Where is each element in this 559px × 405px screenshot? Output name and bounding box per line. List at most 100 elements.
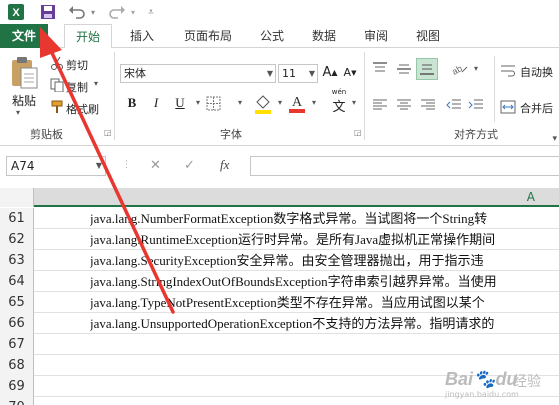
formula-input[interactable]	[250, 156, 559, 176]
fill-color-dropdown-icon[interactable]: ▾	[272, 94, 288, 112]
watermark-sub: 经验	[513, 374, 541, 390]
name-box-value: A74	[11, 159, 35, 173]
tab-home[interactable]: 开始	[64, 24, 112, 49]
table-row: 66 java.lang.UnsupportedOperationExceptio…	[0, 313, 559, 334]
watermark-url: jingyan.baidu.com	[445, 390, 519, 399]
tab-file[interactable]: 文件	[0, 24, 48, 48]
borders-dropdown-icon[interactable]: ▾	[232, 94, 248, 112]
align-left-icon[interactable]	[372, 98, 388, 112]
copy-dropdown-icon[interactable]: ▾	[94, 79, 98, 88]
paste-icon[interactable]	[8, 56, 40, 90]
grow-font-icon[interactable]: A▲	[322, 64, 338, 82]
middle-align-icon[interactable]	[396, 62, 412, 76]
font-color-dropdown-icon[interactable]: ▾	[306, 94, 322, 112]
ribbon-collapse-icon[interactable]: ▾	[552, 134, 557, 144]
tab-view[interactable]: 视图	[406, 24, 450, 48]
column-header-a[interactable]: A	[34, 188, 559, 207]
font-launcher-icon[interactable]: ◲	[354, 128, 362, 137]
tab-formulas[interactable]: 公式	[250, 24, 294, 48]
row-header[interactable]: 62	[0, 229, 34, 250]
name-box[interactable]: A74 ▼	[6, 156, 106, 176]
ribbon-tabs: 文件 开始 插入 页面布局 公式 数据 审阅 视图	[0, 24, 559, 49]
increase-indent-icon[interactable]	[468, 98, 484, 112]
watermark-brand: Bai🐾du	[445, 369, 518, 389]
cell-a[interactable]: java.lang.SecurityException安全异常。由安全管理器抛出…	[90, 250, 559, 271]
copy-icon[interactable]	[50, 78, 64, 93]
font-size-select[interactable]: 11 ▼	[278, 64, 318, 83]
format-painter-icon[interactable]	[50, 100, 64, 114]
select-all-corner[interactable]	[0, 188, 34, 207]
table-row: 64 java.lang.StringIndexOutOfBoundsExcept…	[0, 271, 559, 292]
row-header[interactable]: 67	[0, 334, 34, 355]
decrease-indent-icon[interactable]	[446, 98, 462, 112]
align-right-icon[interactable]	[420, 98, 436, 112]
table-row: 62 java.lang.RuntimeException运行时异常。是所有Jav…	[0, 229, 559, 250]
ribbon-home: 粘贴 ▾ 剪切 复制 ▾ 格式刷 剪贴板 ◲ 宋体 ▼ 11 ▼ A▲ A▼ B…	[0, 48, 559, 146]
group-separator	[364, 52, 365, 140]
row-header[interactable]: 63	[0, 250, 34, 271]
orientation-icon[interactable]: ab	[450, 62, 468, 77]
tab-insert[interactable]: 插入	[120, 24, 164, 48]
phonetic-dropdown-icon[interactable]: ▾	[346, 94, 362, 112]
orientation-dropdown-icon[interactable]: ▾	[468, 60, 484, 78]
row-header[interactable]: 61	[0, 208, 34, 229]
top-align-icon[interactable]	[372, 62, 388, 76]
table-row: 63 java.lang.SecurityException安全异常。由安全管理器…	[0, 250, 559, 271]
cell-a[interactable]: java.lang.UnsupportedOperationException不…	[90, 313, 559, 334]
row-header[interactable]: 68	[0, 355, 34, 376]
insert-function-icon[interactable]: fx	[220, 157, 229, 173]
copy-button[interactable]: 复制	[66, 79, 88, 95]
bottom-align-icon[interactable]	[416, 58, 438, 80]
row-header[interactable]: 65	[0, 292, 34, 313]
font-color-icon[interactable]: A	[288, 92, 306, 114]
cancel-icon[interactable]: ✕	[150, 158, 161, 173]
paste-dropdown-icon[interactable]: ▾	[16, 108, 20, 117]
cell-a[interactable]	[90, 334, 559, 355]
excel-logo-icon[interactable]: X	[6, 2, 26, 22]
font-group-label: 字体	[220, 128, 242, 141]
clipboard-group-label: 剪贴板	[30, 128, 63, 141]
chevron-down-icon: ▼	[95, 161, 102, 170]
save-icon[interactable]	[38, 2, 58, 22]
row-header[interactable]: 70	[0, 397, 34, 405]
cut-button[interactable]: 剪切	[66, 57, 88, 73]
cut-icon[interactable]	[50, 56, 64, 70]
cell-a[interactable]: java.lang.NumberFormatException数字格式异常。当试…	[90, 208, 559, 229]
underline-icon[interactable]: U	[172, 94, 188, 112]
row-header[interactable]: 66	[0, 313, 34, 334]
format-painter-button[interactable]: 格式刷	[66, 101, 99, 117]
cell-a[interactable]: java.lang.StringIndexOutOfBoundsExceptio…	[90, 271, 559, 292]
borders-icon[interactable]	[206, 96, 222, 112]
shrink-font-icon[interactable]: A▼	[342, 64, 358, 82]
cell-a[interactable]: java.lang.TypeNotPresentException类型不存在异常…	[90, 292, 559, 313]
wrap-text-icon[interactable]	[500, 64, 516, 78]
wrap-text-button[interactable]: 自动换	[520, 64, 553, 80]
tab-page-layout[interactable]: 页面布局	[174, 24, 242, 48]
underline-dropdown-icon[interactable]: ▾	[190, 94, 206, 112]
table-row: 67	[0, 334, 559, 355]
redo-icon[interactable]	[106, 2, 128, 22]
font-name-select[interactable]: 宋体 ▼	[120, 64, 276, 83]
redo-dropdown-icon[interactable]: ▾	[128, 2, 138, 22]
row-header[interactable]: 69	[0, 376, 34, 397]
tab-data[interactable]: 数据	[302, 24, 346, 48]
paste-button[interactable]: 粘贴	[12, 92, 36, 109]
quick-access-toolbar: X ▾ ▾ ⩡	[0, 0, 559, 24]
undo-icon[interactable]	[66, 2, 88, 22]
fill-color-icon[interactable]	[254, 94, 272, 114]
table-row: 65 java.lang.TypeNotPresentException类型不存在…	[0, 292, 559, 313]
merge-center-button[interactable]: 合并后	[520, 100, 553, 116]
align-center-icon[interactable]	[396, 98, 412, 112]
enter-icon[interactable]: ✓	[184, 158, 195, 173]
bold-icon[interactable]: B	[124, 94, 140, 112]
undo-dropdown-icon[interactable]: ▾	[88, 2, 98, 22]
customize-qat-icon[interactable]: ⩡	[144, 2, 158, 22]
alignment-group-label: 对齐方式	[454, 128, 498, 141]
cell-a[interactable]: java.lang.RuntimeException运行时异常。是所有Java虚…	[90, 229, 559, 250]
italic-icon[interactable]: I	[148, 94, 164, 112]
drag-handle-icon[interactable]: ⋮	[122, 160, 131, 170]
merge-center-icon[interactable]	[500, 100, 516, 114]
clipboard-launcher-icon[interactable]: ◲	[104, 128, 112, 137]
row-header[interactable]: 64	[0, 271, 34, 292]
tab-review[interactable]: 审阅	[354, 24, 398, 48]
